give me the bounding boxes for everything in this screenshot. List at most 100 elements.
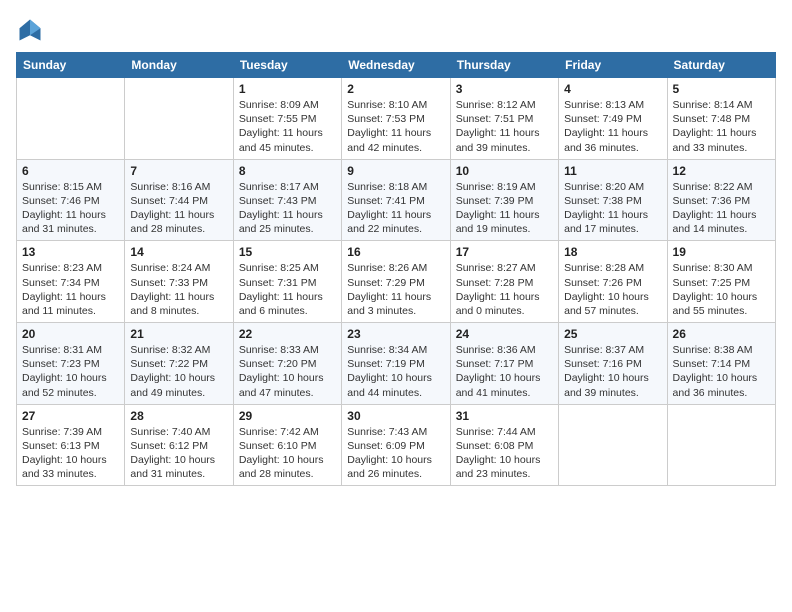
- day-info: Sunrise: 8:12 AM Sunset: 7:51 PM Dayligh…: [456, 98, 553, 155]
- day-info: Sunrise: 8:18 AM Sunset: 7:41 PM Dayligh…: [347, 180, 444, 237]
- column-header-sunday: Sunday: [17, 53, 125, 78]
- calendar-cell: 17Sunrise: 8:27 AM Sunset: 7:28 PM Dayli…: [450, 241, 558, 323]
- calendar-cell: 16 Sunrise: 8:26 AM Sunset: 7:29 PM Dayli…: [342, 241, 450, 323]
- calendar-cell: 26 Sunrise: 8:38 AM Sunset: 7:14 PM Dayli…: [667, 323, 775, 405]
- day-info: Sunrise: 8:31 AM Sunset: 7:23 PM Dayligh…: [22, 343, 119, 400]
- column-header-thursday: Thursday: [450, 53, 558, 78]
- day-number: 5: [673, 82, 770, 96]
- day-number: 28: [130, 409, 227, 423]
- day-info: Sunrise: 7:42 AM Sunset: 6:10 PM Dayligh…: [239, 425, 336, 482]
- calendar-cell: 21 Sunrise: 8:32 AM Sunset: 7:22 PM Dayli…: [125, 323, 233, 405]
- calendar-cell: 24Sunrise: 8:36 AM Sunset: 7:17 PM Dayli…: [450, 323, 558, 405]
- day-info: Sunrise: 7:39 AM Sunset: 6:13 PM Dayligh…: [22, 425, 119, 482]
- calendar-week-row: 6 Sunrise: 8:15 AM Sunset: 7:46 PM Daylig…: [17, 159, 776, 241]
- calendar-cell: 27 Sunrise: 7:39 AM Sunset: 6:13 PM Dayli…: [17, 404, 125, 486]
- day-info: Sunrise: 7:40 AM Sunset: 6:12 PM Dayligh…: [130, 425, 227, 482]
- calendar-cell: 10Sunrise: 8:19 AM Sunset: 7:39 PM Dayli…: [450, 159, 558, 241]
- calendar-cell: [17, 78, 125, 160]
- day-info: Sunrise: 8:23 AM Sunset: 7:34 PM Dayligh…: [22, 261, 119, 318]
- calendar-cell: 11 Sunrise: 8:20 AM Sunset: 7:38 PM Dayli…: [559, 159, 667, 241]
- day-info: Sunrise: 8:10 AM Sunset: 7:53 PM Dayligh…: [347, 98, 444, 155]
- day-info: Sunrise: 8:26 AM Sunset: 7:29 PM Dayligh…: [347, 261, 444, 318]
- day-info: Sunrise: 8:28 AM Sunset: 7:26 PM Dayligh…: [564, 261, 661, 318]
- calendar-cell: 4Sunrise: 8:13 AM Sunset: 7:49 PM Daylig…: [559, 78, 667, 160]
- day-number: 1: [239, 82, 336, 96]
- column-header-saturday: Saturday: [667, 53, 775, 78]
- calendar-cell: 12Sunrise: 8:22 AM Sunset: 7:36 PM Dayli…: [667, 159, 775, 241]
- column-header-tuesday: Tuesday: [233, 53, 341, 78]
- day-info: Sunrise: 8:19 AM Sunset: 7:39 PM Dayligh…: [456, 180, 553, 237]
- calendar-cell: 30Sunrise: 7:43 AM Sunset: 6:09 PM Dayli…: [342, 404, 450, 486]
- day-number: 7: [130, 164, 227, 178]
- day-info: Sunrise: 8:27 AM Sunset: 7:28 PM Dayligh…: [456, 261, 553, 318]
- calendar-cell: 22 Sunrise: 8:33 AM Sunset: 7:20 PM Dayli…: [233, 323, 341, 405]
- calendar-cell: 18 Sunrise: 8:28 AM Sunset: 7:26 PM Dayli…: [559, 241, 667, 323]
- calendar-cell: 28 Sunrise: 7:40 AM Sunset: 6:12 PM Dayli…: [125, 404, 233, 486]
- calendar-cell: 19Sunrise: 8:30 AM Sunset: 7:25 PM Dayli…: [667, 241, 775, 323]
- day-number: 2: [347, 82, 444, 96]
- day-info: Sunrise: 7:43 AM Sunset: 6:09 PM Dayligh…: [347, 425, 444, 482]
- day-number: 18: [564, 245, 661, 259]
- day-info: Sunrise: 8:15 AM Sunset: 7:46 PM Dayligh…: [22, 180, 119, 237]
- day-info: Sunrise: 8:22 AM Sunset: 7:36 PM Dayligh…: [673, 180, 770, 237]
- day-info: Sunrise: 8:17 AM Sunset: 7:43 PM Dayligh…: [239, 180, 336, 237]
- calendar-cell: 23Sunrise: 8:34 AM Sunset: 7:19 PM Dayli…: [342, 323, 450, 405]
- day-number: 16: [347, 245, 444, 259]
- day-info: Sunrise: 8:36 AM Sunset: 7:17 PM Dayligh…: [456, 343, 553, 400]
- calendar-cell: 6 Sunrise: 8:15 AM Sunset: 7:46 PM Daylig…: [17, 159, 125, 241]
- calendar-cell: 7 Sunrise: 8:16 AM Sunset: 7:44 PM Daylig…: [125, 159, 233, 241]
- day-info: Sunrise: 8:20 AM Sunset: 7:38 PM Dayligh…: [564, 180, 661, 237]
- day-info: Sunrise: 8:13 AM Sunset: 7:49 PM Dayligh…: [564, 98, 661, 155]
- calendar-week-row: 1 Sunrise: 8:09 AM Sunset: 7:55 PM Daylig…: [17, 78, 776, 160]
- day-number: 13: [22, 245, 119, 259]
- calendar-cell: 20 Sunrise: 8:31 AM Sunset: 7:23 PM Dayli…: [17, 323, 125, 405]
- day-info: Sunrise: 8:34 AM Sunset: 7:19 PM Dayligh…: [347, 343, 444, 400]
- calendar-week-row: 27 Sunrise: 7:39 AM Sunset: 6:13 PM Dayli…: [17, 404, 776, 486]
- calendar-cell: 5 Sunrise: 8:14 AM Sunset: 7:48 PM Daylig…: [667, 78, 775, 160]
- calendar-cell: [559, 404, 667, 486]
- day-number: 11: [564, 164, 661, 178]
- calendar-week-row: 20 Sunrise: 8:31 AM Sunset: 7:23 PM Dayli…: [17, 323, 776, 405]
- page-header: [16, 16, 776, 44]
- calendar-cell: 2 Sunrise: 8:10 AM Sunset: 7:53 PM Daylig…: [342, 78, 450, 160]
- calendar-header-row: SundayMondayTuesdayWednesdayThursdayFrid…: [17, 53, 776, 78]
- logo-icon: [16, 16, 44, 44]
- day-info: Sunrise: 8:25 AM Sunset: 7:31 PM Dayligh…: [239, 261, 336, 318]
- day-number: 22: [239, 327, 336, 341]
- day-number: 14: [130, 245, 227, 259]
- day-number: 21: [130, 327, 227, 341]
- day-number: 8: [239, 164, 336, 178]
- day-number: 6: [22, 164, 119, 178]
- day-info: Sunrise: 8:33 AM Sunset: 7:20 PM Dayligh…: [239, 343, 336, 400]
- calendar-cell: [667, 404, 775, 486]
- day-number: 20: [22, 327, 119, 341]
- day-info: Sunrise: 8:38 AM Sunset: 7:14 PM Dayligh…: [673, 343, 770, 400]
- day-info: Sunrise: 8:24 AM Sunset: 7:33 PM Dayligh…: [130, 261, 227, 318]
- day-info: Sunrise: 8:16 AM Sunset: 7:44 PM Dayligh…: [130, 180, 227, 237]
- calendar-cell: 15 Sunrise: 8:25 AM Sunset: 7:31 PM Dayli…: [233, 241, 341, 323]
- day-number: 27: [22, 409, 119, 423]
- day-info: Sunrise: 8:09 AM Sunset: 7:55 PM Dayligh…: [239, 98, 336, 155]
- day-number: 26: [673, 327, 770, 341]
- calendar-cell: 31 Sunrise: 7:44 AM Sunset: 6:08 PM Dayli…: [450, 404, 558, 486]
- day-number: 29: [239, 409, 336, 423]
- calendar-cell: 25Sunrise: 8:37 AM Sunset: 7:16 PM Dayli…: [559, 323, 667, 405]
- day-info: Sunrise: 7:44 AM Sunset: 6:08 PM Dayligh…: [456, 425, 553, 482]
- day-info: Sunrise: 8:37 AM Sunset: 7:16 PM Dayligh…: [564, 343, 661, 400]
- logo: [16, 16, 48, 44]
- day-info: Sunrise: 8:14 AM Sunset: 7:48 PM Dayligh…: [673, 98, 770, 155]
- column-header-monday: Monday: [125, 53, 233, 78]
- calendar-cell: [125, 78, 233, 160]
- day-number: 9: [347, 164, 444, 178]
- day-number: 3: [456, 82, 553, 96]
- calendar-table: SundayMondayTuesdayWednesdayThursdayFrid…: [16, 52, 776, 486]
- column-header-wednesday: Wednesday: [342, 53, 450, 78]
- day-info: Sunrise: 8:32 AM Sunset: 7:22 PM Dayligh…: [130, 343, 227, 400]
- day-number: 15: [239, 245, 336, 259]
- calendar-cell: 29 Sunrise: 7:42 AM Sunset: 6:10 PM Dayli…: [233, 404, 341, 486]
- day-number: 19: [673, 245, 770, 259]
- calendar-cell: 1 Sunrise: 8:09 AM Sunset: 7:55 PM Daylig…: [233, 78, 341, 160]
- calendar-cell: 3 Sunrise: 8:12 AM Sunset: 7:51 PM Daylig…: [450, 78, 558, 160]
- calendar-week-row: 13 Sunrise: 8:23 AM Sunset: 7:34 PM Dayli…: [17, 241, 776, 323]
- day-number: 31: [456, 409, 553, 423]
